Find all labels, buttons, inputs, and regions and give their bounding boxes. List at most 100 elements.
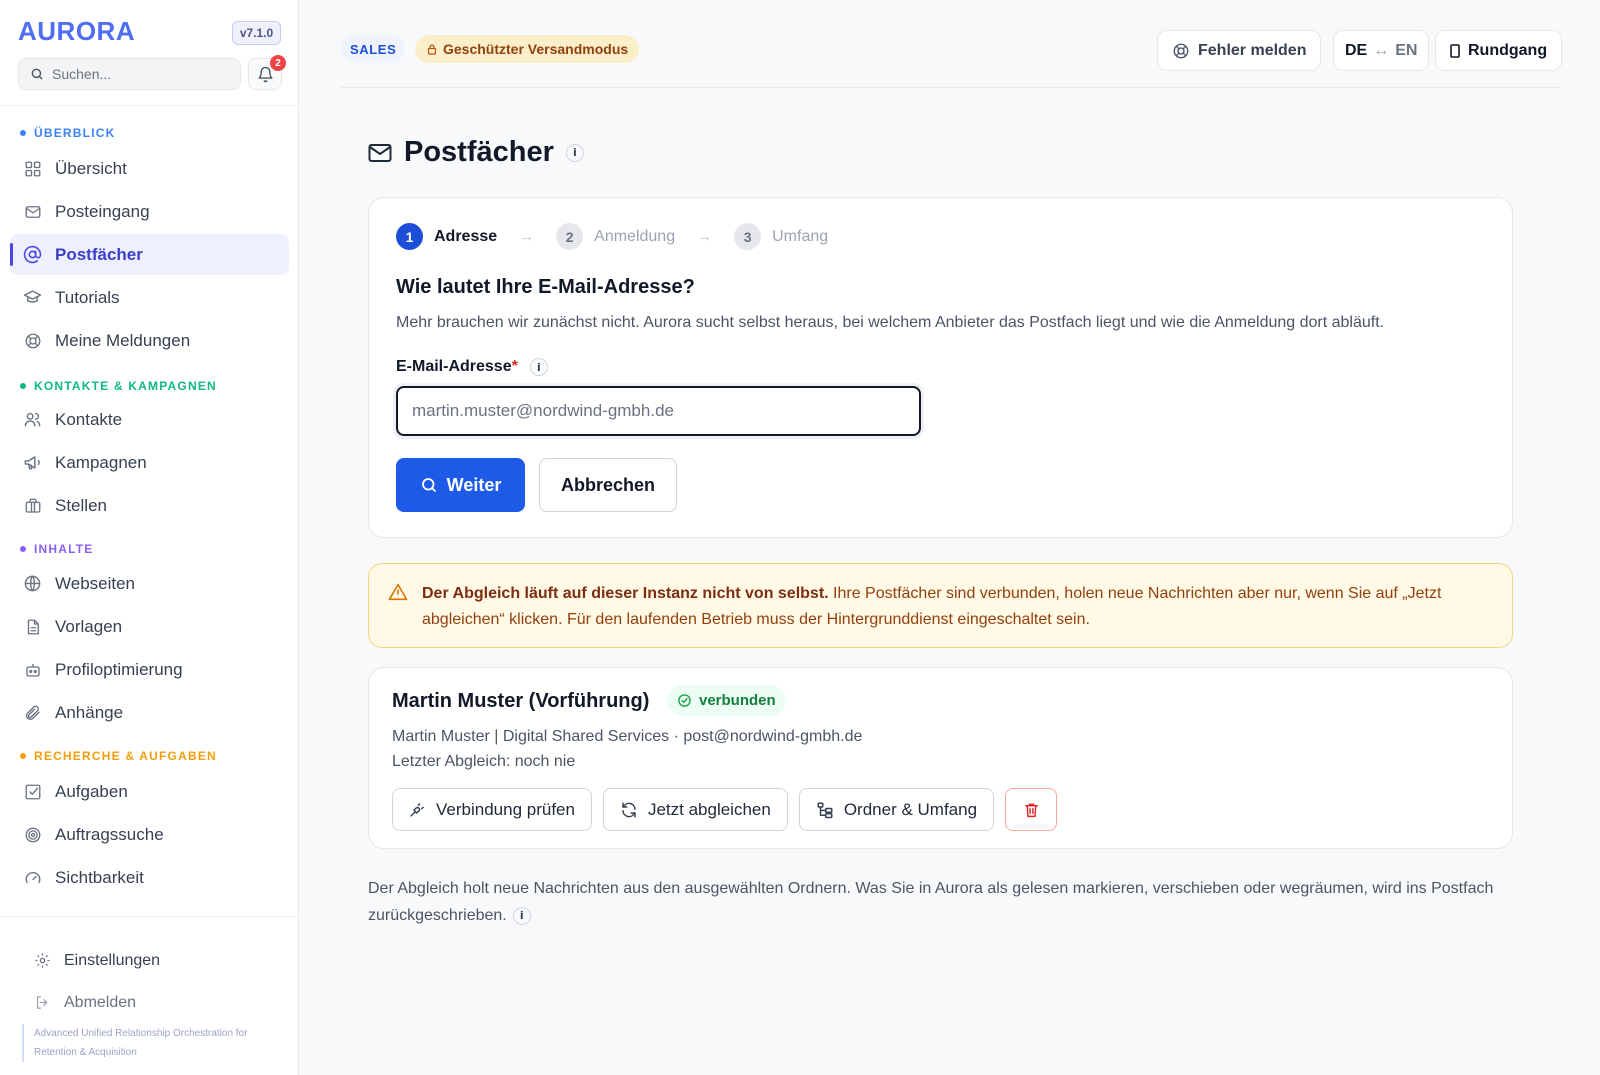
info-icon[interactable]: i [512,906,531,925]
folders-scope-label: Ordner & Umfang [843,799,978,819]
sidebar-item-label: Profiloptimierung [55,659,183,679]
refresh-icon [620,801,638,819]
lifebuoy-icon [1172,42,1190,60]
sidebar: AURORA v7.1.0 2 ÜBERBLICK KONTAKTE & KAM… [0,0,299,1075]
lang-current: DE [1345,41,1368,59]
paperclip-icon [23,703,42,722]
sidebar-item-campaigns[interactable]: Kampagnen [10,442,289,483]
folder-tree-icon [816,801,834,819]
tour-label: Rundgang [1468,41,1548,59]
logout-icon [34,994,52,1012]
warning-text: Der Abgleich läuft auf dieser Instanz ni… [422,581,1492,633]
logout-link[interactable]: Abmelden [34,994,136,1012]
mailbox-meta: Martin Muster | Digital Shared Services … [392,724,862,774]
email-field-label: E-Mail-Adresse * i [396,358,548,376]
notifications-button[interactable]: 2 [248,55,286,90]
report-bug-label: Fehler melden [1198,41,1307,59]
delete-mailbox-button[interactable] [1005,788,1058,831]
gauge-icon [23,868,42,887]
lang-other: EN [1395,41,1418,59]
document-icon [23,617,42,636]
sidebar-item-attachments[interactable]: Anhänge [10,692,289,733]
megaphone-icon [23,453,42,472]
folders-scope-button[interactable]: Ordner & Umfang [798,788,995,831]
search-input[interactable] [52,66,222,82]
sidebar-divider [0,105,298,106]
report-bug-button[interactable]: Fehler melden [1157,30,1322,71]
sync-now-button[interactable]: Jetzt abgleichen [602,788,788,831]
search-icon [30,67,44,81]
step-number: 2 [556,223,584,250]
page-title: Postfächer i [368,136,584,169]
sidebar-item-tasks[interactable]: Aufgaben [10,771,289,812]
sidebar-item-profile-optimization[interactable]: Profiloptimierung [10,649,289,690]
sidebar-scroll-fade [0,890,298,916]
check-connection-label: Verbindung prüfen [436,799,575,819]
sidebar-item-overview[interactable]: Übersicht [10,148,289,189]
mailbox-name: Martin Muster (Vorführung) [392,690,650,712]
sidebar-item-label: Übersicht [55,158,127,178]
required-mark: * [511,358,518,375]
step-label: Adresse [434,227,498,245]
info-icon[interactable]: i [529,358,548,376]
status-badge: verbunden [667,685,786,716]
sidebar-item-label: Kontakte [55,409,123,429]
plug-icon [409,801,426,818]
step-login: 2 Anmeldung [556,223,675,250]
sidebar-item-templates[interactable]: Vorlagen [10,606,289,647]
check-connection-button[interactable]: Verbindung prüfen [392,788,592,831]
language-switch[interactable]: DE ↔ EN [1333,30,1430,71]
sidebar-item-label: Vorlagen [55,616,123,636]
sidebar-item-inbox[interactable]: Posteingang [10,191,289,232]
sidebar-item-label: Stellen [55,495,107,515]
sidebar-item-label: Auftragssuche [55,824,164,844]
cancel-button[interactable]: Abbrechen [539,458,677,512]
sidebar-item-label: Kampagnen [55,452,147,472]
protected-mode-label: Geschützter Versandmodus [443,41,629,57]
step-label: Anmeldung [594,227,676,245]
settings-label: Einstellungen [64,952,161,969]
briefcase-icon [23,496,42,515]
email-field[interactable] [396,386,921,436]
lock-icon [426,43,438,56]
settings-link[interactable]: Einstellungen [34,952,160,970]
mailbox-card: Martin Muster (Vorführung) verbunden Mar… [368,667,1513,849]
section-dot [20,546,26,552]
wizard-heading: Wie lautet Ihre E-Mail-Adresse? [396,276,695,298]
step-label: Umfang [772,227,829,245]
brand-logo[interactable]: AURORA [18,16,135,47]
email-label-text: E-Mail-Adresse [396,358,512,375]
section-dot [20,753,26,759]
sidebar-search[interactable] [18,58,241,90]
swap-arrows-icon: ↔ [1373,41,1390,59]
continue-button[interactable]: Weiter [396,458,525,512]
sidebar-item-jobs[interactable]: Stellen [10,485,289,526]
sidebar-item-my-reports[interactable]: Meine Meldungen [10,320,289,361]
add-mailbox-wizard: 1 Adresse → 2 Anmeldung → 3 Umfang Wie l… [368,197,1513,538]
sidebar-item-label: Webseiten [55,573,136,593]
section-label: INHALTE [34,542,94,556]
tour-button[interactable]: Rundgang [1435,30,1563,71]
step-number: 1 [396,223,423,250]
info-icon[interactable]: i [565,143,584,162]
topbar: SALES Geschützter Versandmodus Fehler me… [341,30,1563,88]
target-icon [23,825,42,844]
logout-label: Abmelden [64,994,137,1011]
trash-icon [1023,801,1040,819]
sidebar-item-job-search[interactable]: Auftragssuche [10,814,289,855]
notification-count-badge: 2 [270,55,286,71]
globe-icon [23,574,42,593]
page-title-text: Postfächer [404,136,554,168]
section-research-tasks: RECHERCHE & AUFGABEN [20,749,217,763]
sidebar-item-contacts[interactable]: Kontakte [10,399,289,440]
lifebuoy-icon [23,331,42,350]
status-label: verbunden [699,692,776,709]
sidebar-item-label: Meine Meldungen [55,330,191,350]
acronym-line: Retention & Acquisition [34,1047,137,1058]
wizard-steps: 1 Adresse → 2 Anmeldung → 3 Umfang [396,223,828,250]
sidebar-item-mailboxes[interactable]: Postfächer [10,234,289,275]
sidebar-item-tutorials[interactable]: Tutorials [10,277,289,318]
arrow-right-icon: → [697,228,713,245]
step-address[interactable]: 1 Adresse [396,223,497,250]
sidebar-item-websites[interactable]: Webseiten [10,563,289,604]
